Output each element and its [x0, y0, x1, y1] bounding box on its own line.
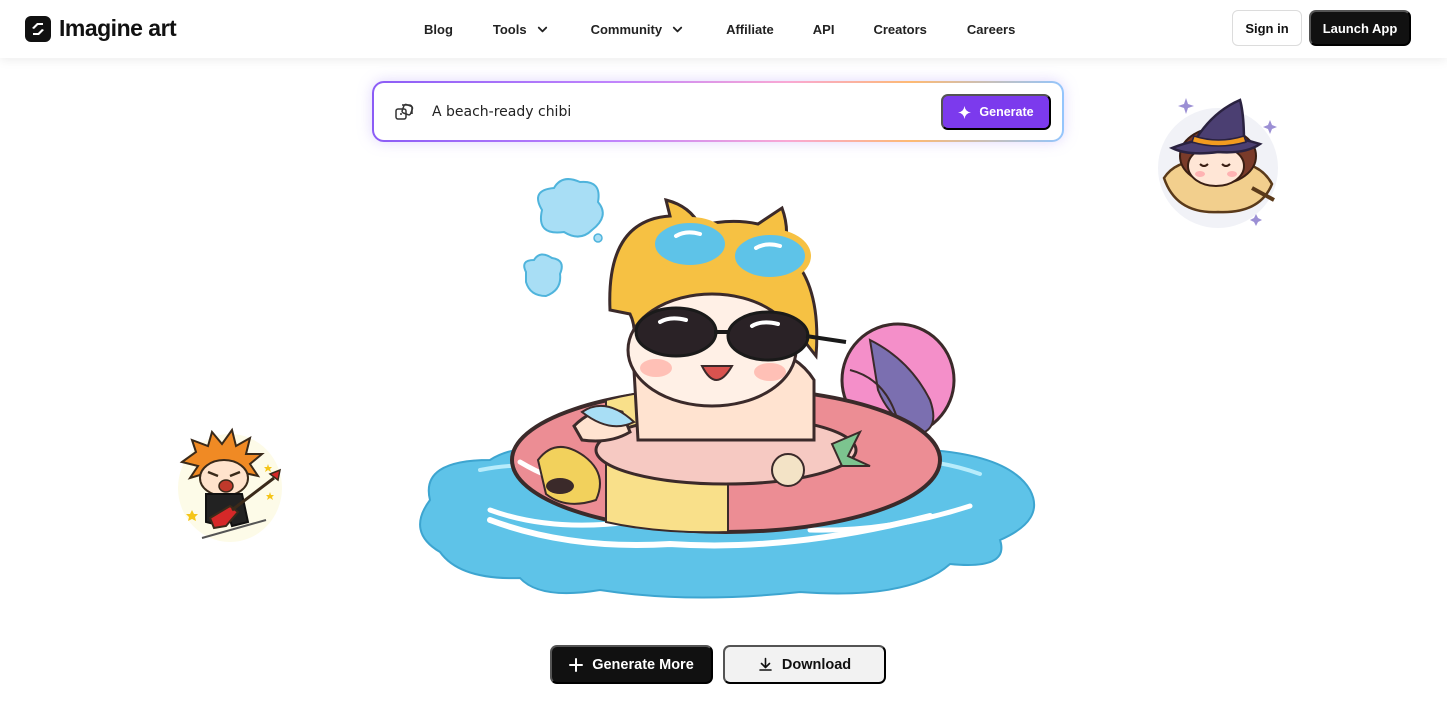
generate-more-button[interactable]: Generate More: [550, 645, 713, 684]
generate-button[interactable]: Generate: [941, 94, 1051, 130]
nav-community-label: Community: [590, 21, 663, 37]
generate-more-label: Generate More: [592, 656, 694, 673]
nav-affiliate[interactable]: Affiliate: [726, 22, 774, 37]
nav-creators-label: Creators: [873, 21, 927, 37]
prompt-box: Generate: [374, 83, 1062, 140]
nav-api[interactable]: API: [813, 22, 835, 37]
nav-tools-label: Tools: [492, 21, 527, 37]
nav-blog-label: Blog: [424, 21, 453, 37]
nav-tools[interactable]: Tools: [493, 22, 549, 37]
nav-careers[interactable]: Careers: [967, 22, 1015, 37]
generate-button-label: Generate: [979, 105, 1034, 119]
chevron-down-icon: [672, 26, 683, 32]
dice-icon[interactable]: [394, 102, 414, 122]
nav-links: Blog Tools Community Affiliate API Creat…: [424, 0, 1015, 58]
chevron-down-icon: [537, 26, 547, 32]
nav-community[interactable]: Community: [591, 22, 685, 37]
prompt-bar: Generate: [372, 81, 1064, 142]
download-icon: [759, 657, 772, 671]
nav-api-label: API: [812, 21, 835, 37]
download-label: Download: [781, 656, 852, 673]
brand-logo[interactable]: Imagine art: [25, 15, 177, 42]
download-button[interactable]: Download: [723, 645, 886, 684]
generated-image: [419, 178, 1036, 599]
brand-name: Imagine art: [59, 15, 177, 41]
nav-careers-label: Careers: [966, 21, 1016, 37]
launch-app-button[interactable]: Launch App: [1309, 10, 1411, 46]
nav-blog[interactable]: Blog: [424, 22, 453, 37]
sign-in-button[interactable]: Sign in: [1232, 10, 1302, 46]
imagine-logo-icon: [25, 15, 51, 42]
sparkle-icon: [958, 105, 972, 119]
nav-creators[interactable]: Creators: [873, 22, 926, 37]
chibi-guitarist-image: [178, 427, 282, 542]
top-navigation: Imagine art Blog Tools Community Affilia…: [0, 0, 1447, 58]
nav-affiliate-label: Affiliate: [726, 21, 774, 37]
chibi-witch-image: [1158, 98, 1278, 228]
prompt-input[interactable]: [432, 101, 912, 123]
plus-icon: [569, 657, 584, 672]
